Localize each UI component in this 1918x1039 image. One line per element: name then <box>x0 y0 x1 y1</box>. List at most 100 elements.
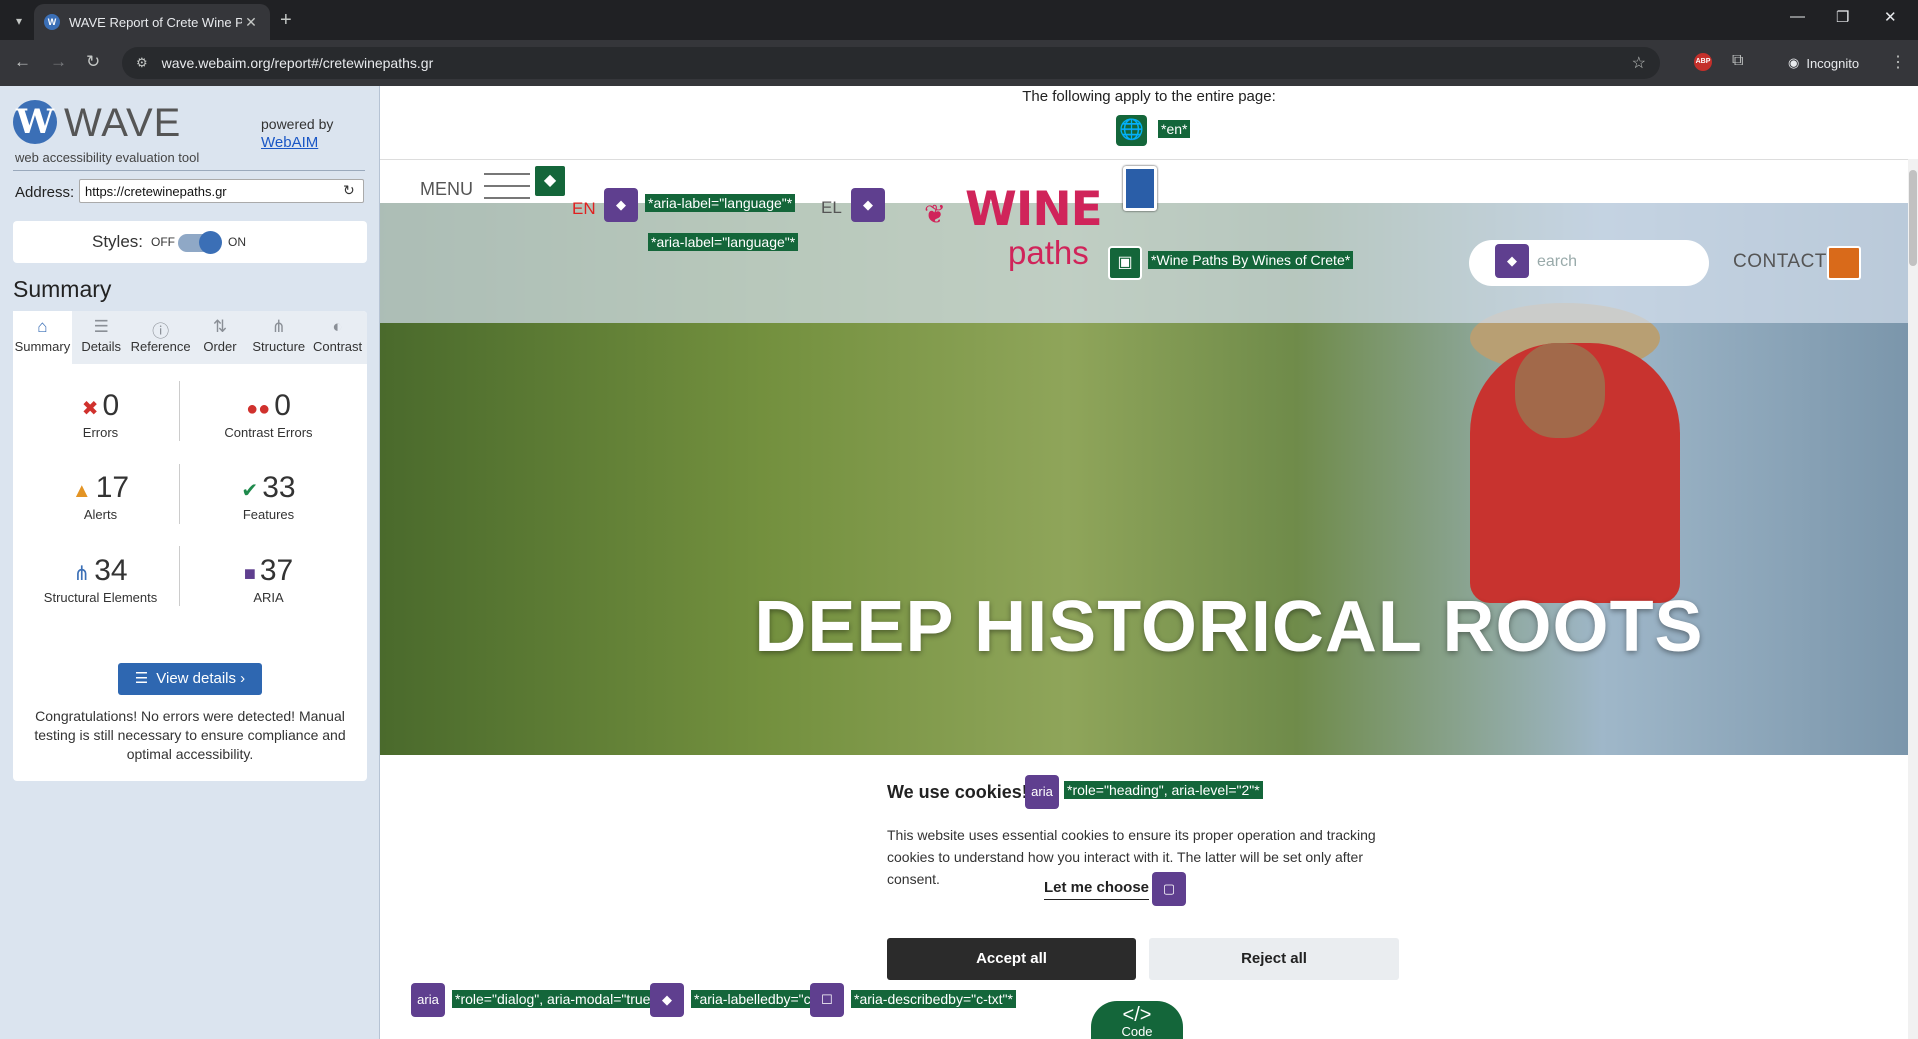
restore-icon[interactable]: ❐ <box>1836 8 1849 26</box>
grape-icon: ❦ <box>924 199 946 229</box>
site-info-icon[interactable]: ⚙ <box>136 55 148 71</box>
aria-button-icon[interactable]: ▢ <box>1152 872 1186 906</box>
structure-icon: ⋔ <box>271 317 286 336</box>
lang-el-link[interactable]: EL <box>821 198 842 218</box>
browser-tab-active[interactable]: W WAVE Report of Crete Wine Pa ✕ <box>34 4 270 40</box>
logo-paths[interactable]: paths <box>1008 234 1089 272</box>
alert-icon: ▲ <box>71 480 92 502</box>
code-icon: </> <box>1122 1004 1152 1026</box>
styles-off-label: OFF <box>151 235 175 249</box>
page-scrollbar[interactable] <box>1908 159 1918 1039</box>
aria-badge-icon[interactable]: aria <box>1025 775 1059 809</box>
aria-label-icon[interactable]: ◆ <box>1495 244 1529 278</box>
feature-tag-icon[interactable]: ◆ <box>533 164 567 198</box>
order-icon: ⇅ <box>212 317 228 336</box>
alerts-label: Alerts <box>83 507 118 522</box>
tab-order[interactable]: ⇅ Order <box>191 311 250 364</box>
tab-structure-label: Structure <box>252 339 306 354</box>
linked-image-icon[interactable]: ▣ <box>1108 246 1142 280</box>
address-label: Address: <box>15 184 75 201</box>
adblock-extension-icon[interactable]: ABP <box>1694 53 1712 71</box>
error-icon: ✖ <box>81 398 99 420</box>
hamburger-icon[interactable] <box>484 173 530 199</box>
let-me-choose-link[interactable]: Let me choose <box>1044 879 1150 900</box>
alert-redundant-link-icon[interactable] <box>1827 246 1861 280</box>
info-icon: ⓘ <box>152 322 170 341</box>
aria-label-tag-2: *aria-label="language"* <box>648 233 799 251</box>
tab-close-icon[interactable]: ✕ <box>242 14 260 31</box>
feature-check-icon: ✔ <box>241 480 259 502</box>
code-label: Code <box>1121 1024 1153 1039</box>
language-globe-icon[interactable]: 🌐 <box>1116 115 1147 146</box>
features-label: Features <box>242 507 295 522</box>
address-input[interactable]: https://cretewinepaths.gr <box>79 179 364 203</box>
address-refresh-icon[interactable]: ↻ <box>343 182 355 199</box>
address-bar[interactable]: ⚙ wave.webaim.org/report#/cretewinepaths… <box>122 47 1660 79</box>
code-button[interactable]: </> Code <box>1091 1001 1183 1039</box>
contrast-errors-count: 0 <box>274 389 291 422</box>
wave-subtitle: web accessibility evaluation tool <box>15 150 200 165</box>
tab-contrast[interactable]: ◐ Contrast <box>308 311 367 364</box>
wave-jar-icon[interactable] <box>1123 166 1157 211</box>
stat-features[interactable]: ✔ 33 Features <box>181 471 356 522</box>
styles-toggle-knob[interactable] <box>199 231 222 254</box>
webaim-link[interactable]: WebAIM <box>261 134 318 151</box>
extensions-puzzle-icon[interactable]: ⧉ <box>1732 52 1743 70</box>
tab-search-chevron-icon[interactable]: ▾ <box>8 10 30 32</box>
browser-toolbar: ← → ↻ ⚙ wave.webaim.org/report#/cretewin… <box>0 40 1918 86</box>
styles-toggle-panel: Styles: OFF ON <box>13 221 367 263</box>
cookie-heading-tag: *role="heading", aria-level="2"* <box>1064 781 1263 799</box>
structural-label: Structural Elements <box>43 590 158 605</box>
stat-structural[interactable]: ⋔ 34 Structural Elements <box>13 554 188 605</box>
scrollbar-thumb[interactable] <box>1909 170 1917 266</box>
window-close-icon[interactable]: ✕ <box>1884 8 1897 26</box>
incognito-icon: ◉ <box>1788 55 1800 70</box>
lang-en-link[interactable]: EN <box>572 199 596 219</box>
contrast-errors-label: Contrast Errors <box>224 425 313 440</box>
congrats-message: Congratulations! No errors were detected… <box>34 708 346 762</box>
forward-arrow-icon[interactable]: → <box>50 52 67 72</box>
features-count: 33 <box>262 471 296 504</box>
structural-count: 34 <box>94 554 128 587</box>
more-menu-icon[interactable]: ⋮ <box>1890 52 1906 72</box>
styles-label: Styles: <box>92 232 144 251</box>
new-tab-plus-icon[interactable]: + <box>280 9 292 32</box>
aria-labelledby-icon[interactable]: ◆ <box>650 983 684 1017</box>
powered-by-text: powered by <box>261 116 334 132</box>
stat-aria[interactable]: ■ 37 ARIA <box>181 554 356 605</box>
wave-tabs: ⌂ Summary ☰ Details ⓘ Reference ⇅ Order ⋔ Str… <box>13 311 367 364</box>
summary-panel: ⌂ Summary ☰ Details ⓘ Reference ⇅ Order ⋔ Str… <box>13 311 367 781</box>
logo-wine[interactable]: WINE <box>965 182 1103 237</box>
wave-brand: WAVE <box>64 101 182 145</box>
stat-contrast-errors[interactable]: ●● 0 Contrast Errors <box>181 389 356 440</box>
bookmark-star-icon[interactable]: ☆ <box>1632 53 1646 73</box>
tab-structure[interactable]: ⋔ Structure <box>249 311 308 364</box>
view-details-button[interactable]: ☰ View details › <box>118 663 262 695</box>
wave-sidebar: W WAVE web accessibility evaluation tool… <box>0 86 380 1039</box>
wave-logo-icon: W <box>13 100 57 144</box>
tab-reference[interactable]: ⓘ Reference <box>131 311 191 364</box>
tab-details[interactable]: ☰ Details <box>72 311 131 364</box>
aria-label-icon[interactable]: ◆ <box>851 188 885 222</box>
reload-icon[interactable]: ↻ <box>86 52 100 72</box>
minimize-icon[interactable]: — <box>1790 8 1805 25</box>
contact-link[interactable]: CONTACT <box>1733 251 1827 273</box>
aria-label-tag-en: *aria-label="language"* <box>645 194 796 212</box>
menu-label[interactable]: MENU <box>420 179 473 200</box>
aria-label-icon[interactable]: ◆ <box>604 188 638 222</box>
tab-summary[interactable]: ⌂ Summary <box>13 311 72 364</box>
tab-reference-label: Reference <box>130 339 191 354</box>
stat-errors[interactable]: ✖ 0 Errors <box>13 389 188 440</box>
aria-describedby-icon[interactable]: ☐ <box>810 983 844 1017</box>
reject-all-button[interactable]: Reject all <box>1149 938 1399 980</box>
back-arrow-icon[interactable]: ← <box>14 52 31 72</box>
sidebar-divider <box>13 170 365 171</box>
stat-alerts[interactable]: ▲ 17 Alerts <box>13 471 188 522</box>
contrast-error-icon: ●● <box>246 398 271 420</box>
summary-title: Summary <box>13 276 112 302</box>
incognito-indicator[interactable]: ◉ Incognito <box>1778 48 1869 78</box>
contrast-icon: ◐ <box>332 317 343 336</box>
aria-dialog-icon[interactable]: aria <box>411 983 445 1017</box>
alerts-count: 17 <box>95 471 130 504</box>
accept-all-button[interactable]: Accept all <box>887 938 1136 980</box>
